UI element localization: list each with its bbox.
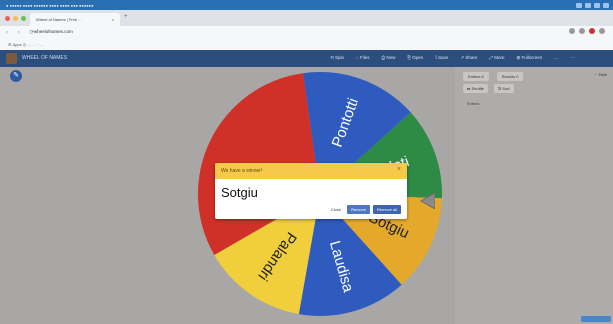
os-menu-text: ● ●●●●● ●●●● ●●●●●● ●●●● ●●●● ●●● ●●●●●● [6,2,94,8]
dialog-title: We have a winner! [221,168,263,174]
wheel-pointer-icon [419,193,435,209]
url-field[interactable]: wheelofnames.com [34,29,73,34]
new-tab-button[interactable]: + [124,14,128,20]
menu-item[interactable]: ◌ Files [356,55,369,61]
panel-tabs: Entries 6 Results 0 [463,72,524,81]
app-logo-icon [6,53,17,64]
browser-toolbar-icons [569,28,605,34]
sort-button[interactable]: ⇅ Sort [493,84,514,93]
menu-item[interactable]: ⎘ Open [407,55,423,61]
menu-icon[interactable] [599,28,605,34]
address-bar: ‹ › ⟳ wheelofnames.com [0,26,613,40]
shuffle-button[interactable]: ⇄ Shuffle [463,84,488,93]
os-status-icons [576,2,609,8]
remove-all-button[interactable]: Remove all [372,205,401,214]
hide-panel-button[interactable]: ⋯ Hide [594,72,607,77]
app-brand: WHEEL OF NAMES [22,55,68,61]
tab-results[interactable]: Results 0 [496,72,524,81]
entries-label: Entries [467,101,480,106]
entries-panel: Entries 6 Results 0 ⋯ Hide ⇄ Shuffle ⇅ S… [455,67,613,324]
profile-icon[interactable] [589,28,595,34]
menu-item[interactable]: ⊞ Fullscreen [517,55,543,61]
tab-entries[interactable]: Entries 6 [463,72,489,81]
menu-item[interactable]: ⋯ [571,55,576,61]
browser-tab-strip: Wheel of Names | Free ... × + [0,10,613,26]
minimize-window-icon[interactable] [13,16,18,21]
menu-item[interactable]: ⎙ New [381,55,395,61]
dialog-header: We have a winner! × [215,163,407,179]
menu-item[interactable]: … [554,55,559,61]
tab-close-icon[interactable]: × [112,17,114,22]
app-header: WHEEL OF NAMES ⟲ Spin ◌ Files ⎙ New ⎘ Op… [0,50,613,67]
maximize-window-icon[interactable] [21,16,26,21]
status-icon [576,2,582,8]
status-icon [585,2,591,8]
menu-item[interactable]: ⤢ More [489,55,504,61]
menu-item[interactable]: ↗ Share [460,55,477,61]
browser-tab[interactable]: Wheel of Names | Free ... × [30,13,120,26]
remove-button[interactable]: Remove [347,205,370,214]
extension-icon[interactable] [569,28,575,34]
tab-title: Wheel of Names | Free ... [36,17,82,22]
winner-name: Sotgiu [221,185,258,200]
os-menu-bar: ● ●●●●● ●●●● ●●●●●● ●●●● ●●●● ●●● ●●●●●● [0,0,613,10]
close-window-icon[interactable] [5,16,10,21]
corner-badge [581,316,611,322]
panel-actions: ⇄ Shuffle ⇅ Sort [463,84,514,93]
close-icon[interactable]: × [397,166,401,173]
winner-dialog: We have a winner! × Sotgiu Close Remove … [215,163,407,219]
status-icon [603,2,609,8]
status-icon [594,2,600,8]
dialog-actions: Close Remove Remove all [328,205,401,214]
menu-item[interactable]: ⟲ Spin [330,55,344,61]
close-button[interactable]: Close [328,205,344,214]
bookmarks-items[interactable]: ☰ Apps ◷ … … · … [8,42,44,47]
window-controls [5,16,26,21]
menu-item[interactable]: ⟟ Save [435,55,448,61]
app-menu: ⟲ Spin ◌ Files ⎙ New ⎘ Open ⟟ Save ↗ Sha… [330,55,575,61]
extension-icon[interactable] [579,28,585,34]
